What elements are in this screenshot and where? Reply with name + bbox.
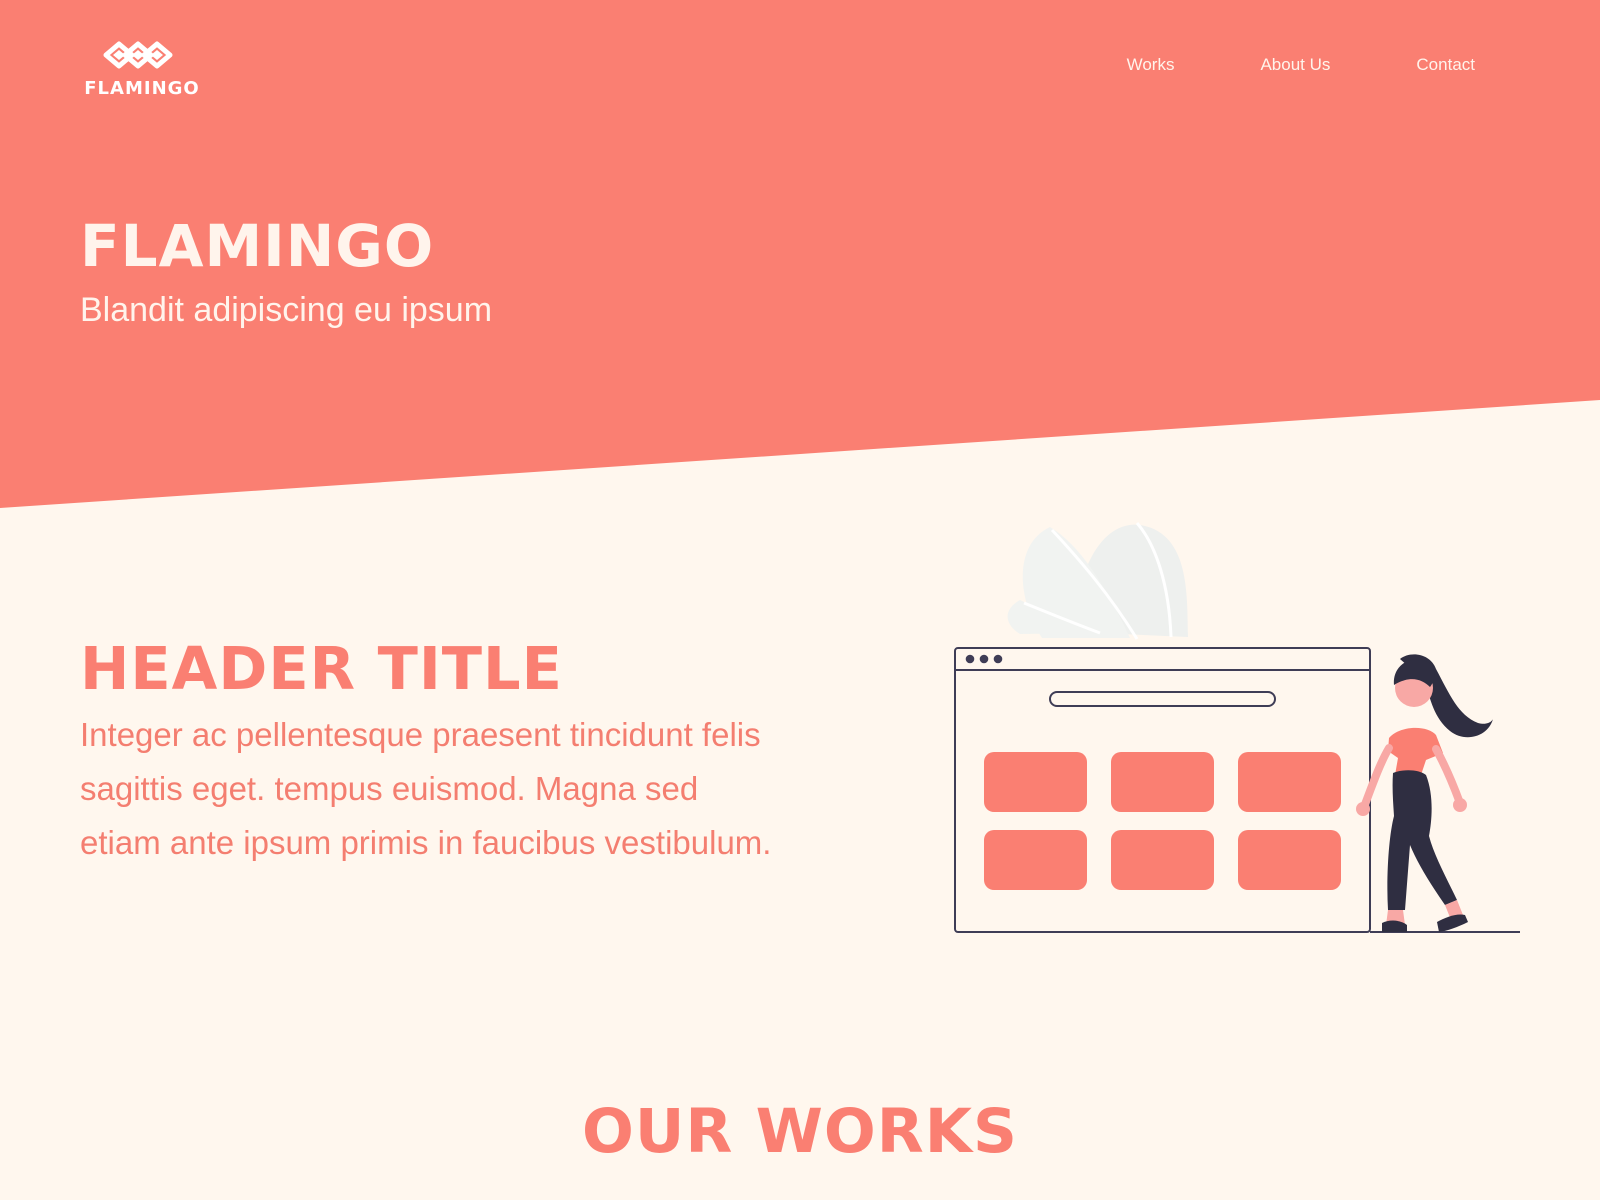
browser-window-person-illustration: [954, 522, 1520, 933]
landing-page: FLAMINGO Works About Us Contact FLAMINGO…: [0, 0, 1600, 1200]
header-title: HEADER TITLE: [80, 634, 563, 703]
logo[interactable]: FLAMINGO: [84, 38, 200, 102]
person-illustration: [1356, 654, 1520, 933]
leaf-decoration: [1007, 522, 1188, 640]
flamingo-logo-icon: [103, 41, 173, 69]
logo-text: FLAMINGO: [84, 78, 200, 99]
nav-item-contact[interactable]: Contact: [1416, 54, 1475, 76]
main-nav: Works About Us Contact: [1127, 54, 1475, 76]
nav-item-about-us[interactable]: About Us: [1260, 54, 1330, 76]
browser-window-icon: [954, 647, 1371, 933]
header-body-text: Integer ac pellentesque praesent tincidu…: [80, 716, 772, 861]
nav-item-works[interactable]: Works: [1127, 54, 1175, 76]
our-works-title: OUR WORKS: [582, 1096, 1018, 1167]
hero-title: FLAMINGO: [80, 212, 435, 280]
hero-subtitle: Blandit adipiscing eu ipsum: [80, 291, 493, 329]
